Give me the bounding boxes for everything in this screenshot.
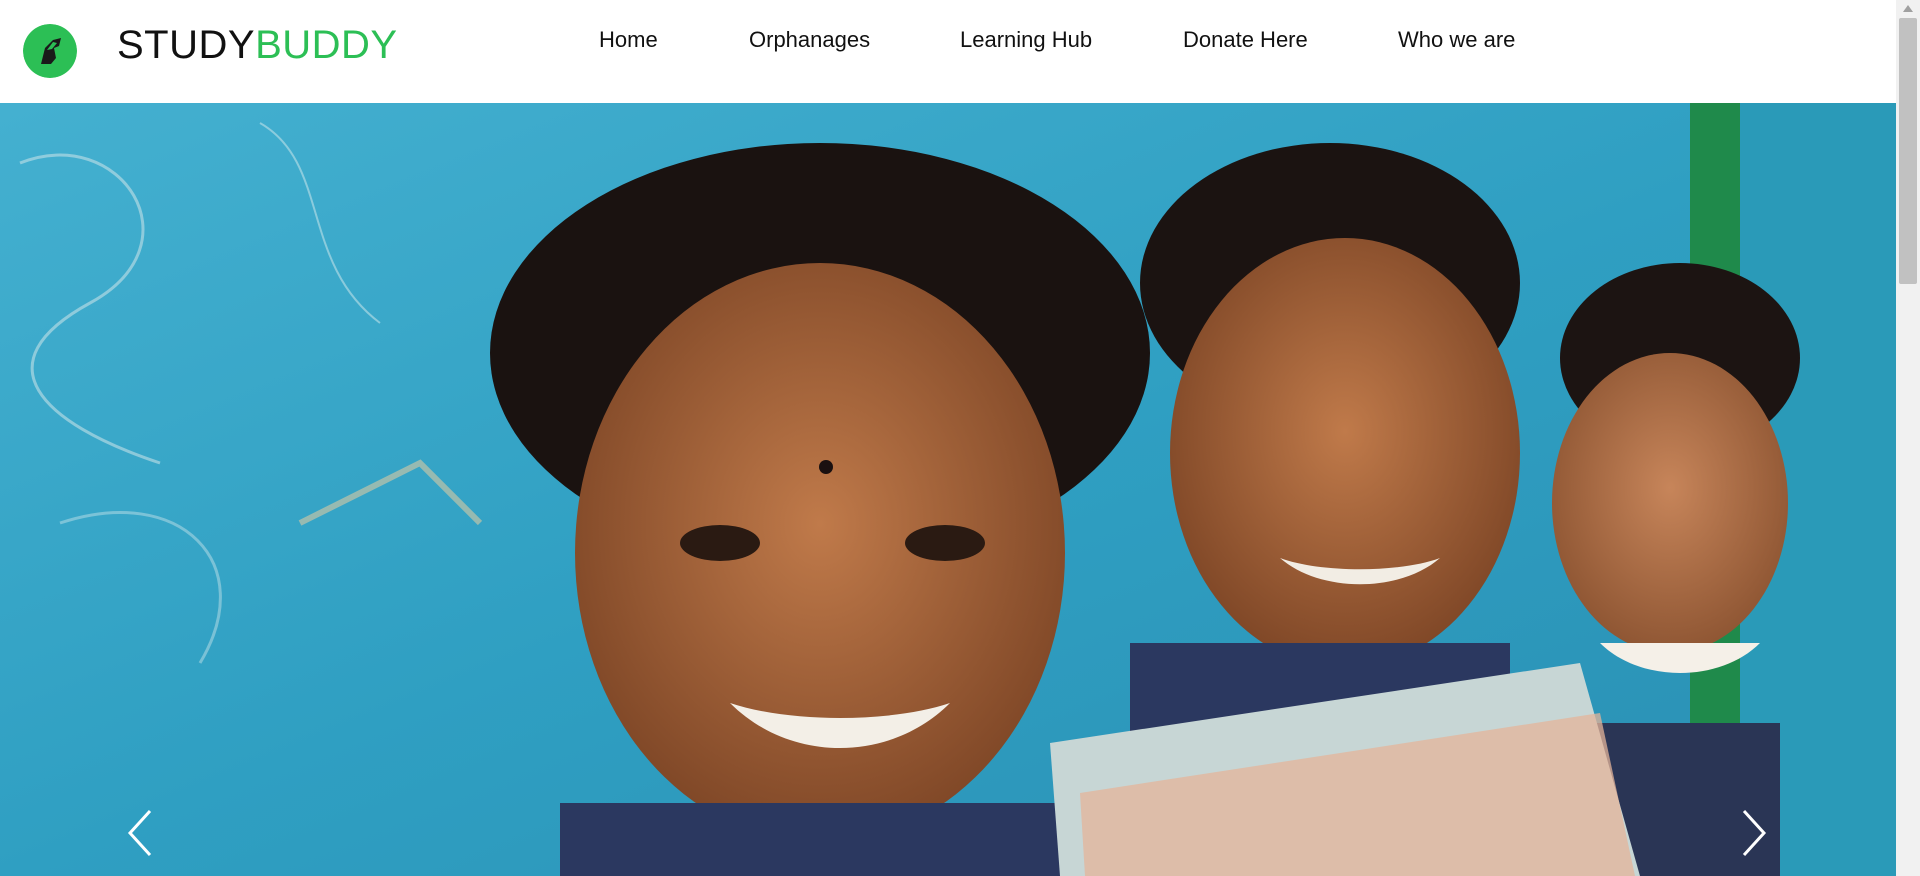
brand-logo-text[interactable]: STUDYBUDDY (117, 19, 398, 71)
nav-item-orphanages[interactable]: Orphanages (749, 24, 870, 56)
scroll-up-icon[interactable] (1899, 2, 1917, 16)
carousel-prev-button[interactable] (122, 803, 162, 863)
hero-carousel (0, 103, 1896, 876)
nav-item-who-we-are[interactable]: Who we are (1398, 24, 1515, 56)
nav-item-label[interactable]: Who we are (1398, 27, 1515, 52)
carousel-next-button[interactable] (1732, 803, 1772, 863)
nav-item-label[interactable]: Donate Here (1183, 27, 1308, 52)
chevron-left-icon (127, 809, 152, 857)
brand-part-2: BUDDY (255, 23, 398, 67)
nav-item-learning-hub[interactable]: Learning Hub (960, 24, 1092, 56)
nav-item-home[interactable]: Home (599, 24, 658, 56)
site-header: STUDYBUDDY Home Orphanages Learning Hub … (0, 0, 1896, 103)
nav-item-label[interactable]: Home (599, 27, 658, 52)
nav-item-label[interactable]: Learning Hub (960, 27, 1092, 52)
chevron-right-icon (1742, 809, 1767, 857)
hero-image (0, 103, 1896, 876)
nav-item-donate-here[interactable]: Donate Here (1183, 24, 1308, 56)
nav-item-label[interactable]: Orphanages (749, 27, 870, 52)
brand-part-1: STUDY (117, 23, 256, 67)
logo-icon[interactable] (23, 24, 77, 78)
scrollbar-thumb[interactable] (1899, 18, 1917, 284)
